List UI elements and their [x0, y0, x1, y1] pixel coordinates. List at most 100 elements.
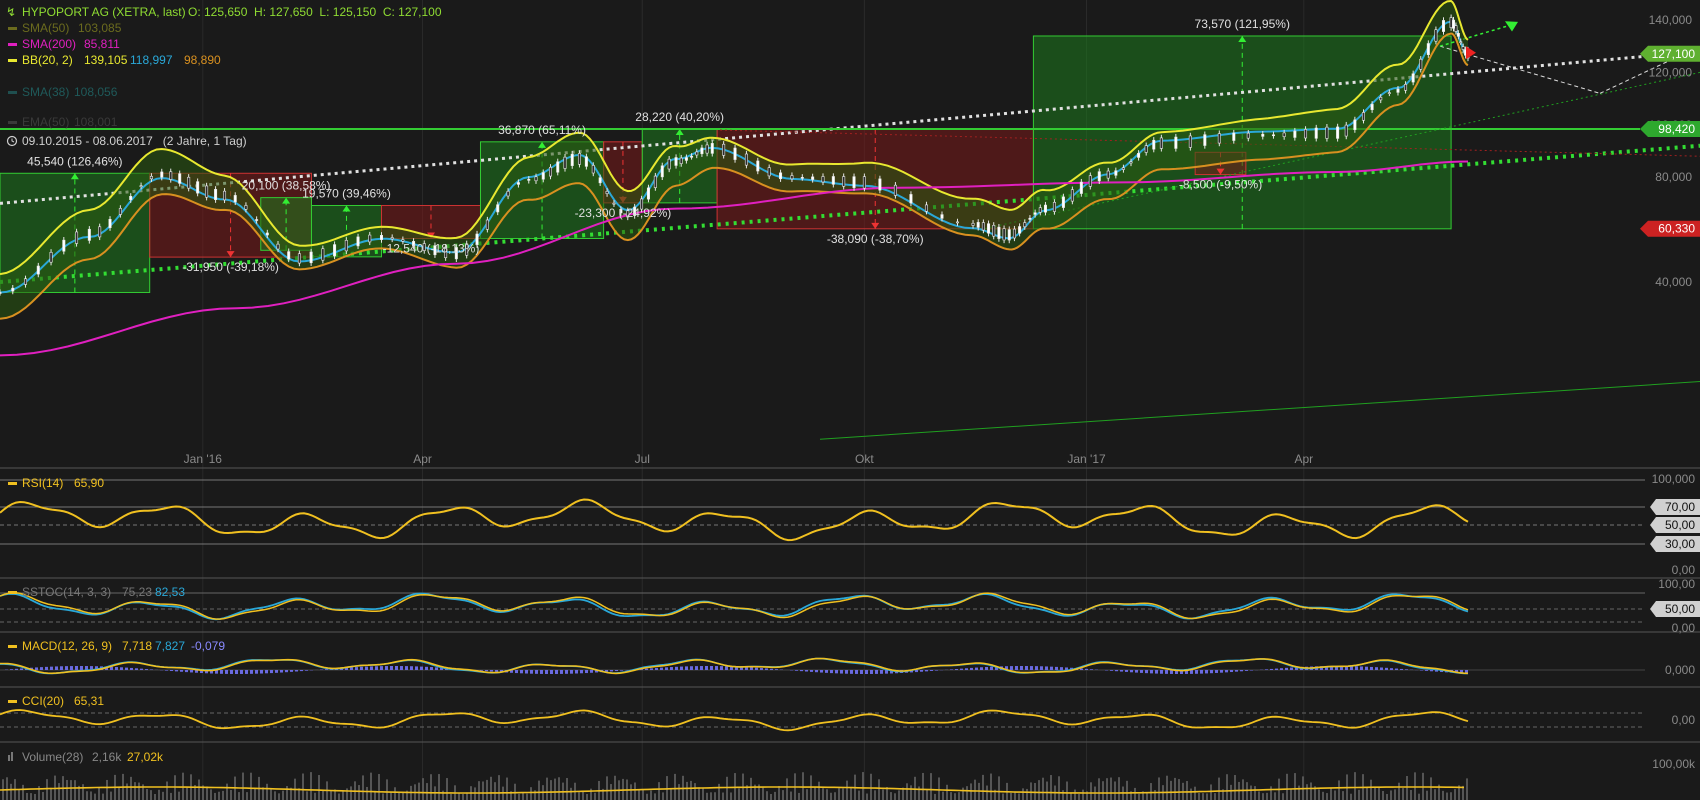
bb-lower-value: 98,890: [184, 53, 221, 67]
volume-bar: [614, 775, 616, 800]
cci-label[interactable]: CCI(20): [22, 694, 64, 708]
volume-bar: [1110, 777, 1112, 800]
macd-histogram-bar: [1045, 666, 1048, 670]
volume-bar: [70, 780, 72, 800]
volume-bar: [818, 781, 820, 800]
macd-histogram-bar: [860, 670, 863, 674]
candle-body: [485, 219, 489, 230]
volume-bar: [1194, 786, 1196, 800]
macd-histogram-bar: [1380, 667, 1383, 670]
volume-label[interactable]: Volume(28): [22, 750, 83, 764]
macd-label[interactable]: MACD(12, 26, 9): [22, 639, 112, 653]
volume-bar: [110, 791, 112, 800]
candle-body: [852, 176, 856, 188]
volume-bar: [1046, 781, 1048, 800]
candle-body: [187, 176, 191, 189]
macd-histogram-bar: [715, 666, 718, 670]
volume-bar: [554, 778, 556, 800]
sstoc-label[interactable]: SSTOC(14, 3, 3): [22, 585, 111, 599]
macd-histogram-bar: [430, 667, 433, 670]
candle-body: [1061, 196, 1065, 208]
chart-canvas[interactable]: 45,540 (126,46%)-31,950 (-39,18%)20,100 …: [0, 0, 1700, 800]
volume-bar: [446, 778, 448, 800]
volume-bar: [714, 792, 716, 800]
macd-histogram-bar: [1270, 668, 1273, 670]
volume-bar: [1058, 776, 1060, 800]
candle-body: [1052, 202, 1056, 212]
volume-bar: [946, 784, 948, 800]
candle-body: [690, 156, 694, 158]
macd-histogram-bar: [1035, 666, 1038, 670]
ema50-label[interactable]: EMA(50): [22, 115, 69, 129]
volume-bar: [802, 772, 804, 800]
candle-body: [233, 195, 237, 203]
volume-bar: [1354, 772, 1356, 800]
volume-bar: [514, 783, 516, 800]
sma50-label[interactable]: SMA(50): [22, 21, 69, 35]
candle-body: [570, 153, 574, 166]
candle-body: [1404, 84, 1408, 91]
macd-histogram-bar: [1135, 670, 1138, 673]
candle-body: [987, 223, 991, 234]
candle-body: [660, 165, 664, 178]
volume-bar: [1454, 789, 1456, 800]
macd-histogram-bar: [800, 670, 803, 672]
volume-bar: [762, 787, 764, 800]
volume-bar: [266, 783, 268, 800]
macd-histogram-bar: [1265, 669, 1268, 670]
candle-body: [368, 234, 372, 243]
volume-bar: [1062, 790, 1064, 800]
volume-bar: [1198, 792, 1200, 800]
sma200-label[interactable]: SMA(200): [22, 37, 76, 51]
macd-histogram-bar: [285, 670, 288, 673]
volume-bar: [66, 779, 68, 800]
volume-bar: [138, 782, 140, 800]
macd-histogram-bar: [1395, 668, 1398, 670]
volume-bar: [178, 791, 180, 800]
volume-bar: [270, 789, 272, 800]
rsi-label[interactable]: RSI(14): [22, 476, 63, 490]
sma38-label[interactable]: SMA(38): [22, 85, 69, 99]
volume-bar: [1298, 785, 1300, 800]
macd-histogram-bar: [880, 670, 883, 674]
volume-bar: [134, 782, 136, 800]
sma200-swatch: [8, 43, 17, 46]
volume-bar: [222, 790, 224, 800]
volume-bar: [942, 791, 944, 800]
macd-histogram-bar: [1160, 670, 1163, 674]
macd-histogram-bar: [275, 670, 278, 673]
macd-histogram-bar: [55, 666, 58, 670]
volume-bar: [438, 774, 440, 800]
volume-bar: [1178, 779, 1180, 800]
macd-histogram-bar: [405, 666, 408, 670]
macd-histogram-bar: [1375, 667, 1378, 670]
macd-histogram-bar: [930, 670, 933, 671]
volume-bar: [382, 793, 384, 800]
candle-body: [49, 251, 53, 263]
macd-histogram-bar: [565, 670, 568, 674]
ticker-icon: ↯: [6, 5, 16, 19]
volume-bar: [642, 788, 644, 800]
candle-body: [1261, 133, 1265, 137]
candle-body: [333, 244, 337, 257]
price-tag-last-value: 127,100: [1652, 47, 1696, 61]
macd-histogram-bar: [230, 670, 233, 674]
candle-body: [674, 157, 678, 166]
volume-bar: [566, 778, 568, 800]
macd-histogram-bar: [845, 670, 848, 674]
candle-body: [1396, 88, 1400, 93]
bb-label[interactable]: BB(20, 2): [22, 53, 73, 67]
macd-histogram-bar: [1280, 668, 1283, 670]
macd-histogram-bar: [1050, 666, 1053, 670]
macd-histogram-bar: [1290, 667, 1293, 670]
volume-bar: [94, 793, 96, 800]
macd-histogram-bar: [1080, 668, 1083, 670]
macd-histogram-bar: [15, 668, 18, 670]
volume-bar: [738, 788, 740, 800]
volume-bar: [690, 780, 692, 800]
volume-bar: [242, 772, 244, 800]
macd-histogram-bar: [1355, 666, 1358, 670]
volume-bar: [1114, 781, 1116, 800]
volume-bar: [782, 790, 784, 800]
macd-histogram-bar: [1190, 670, 1193, 674]
